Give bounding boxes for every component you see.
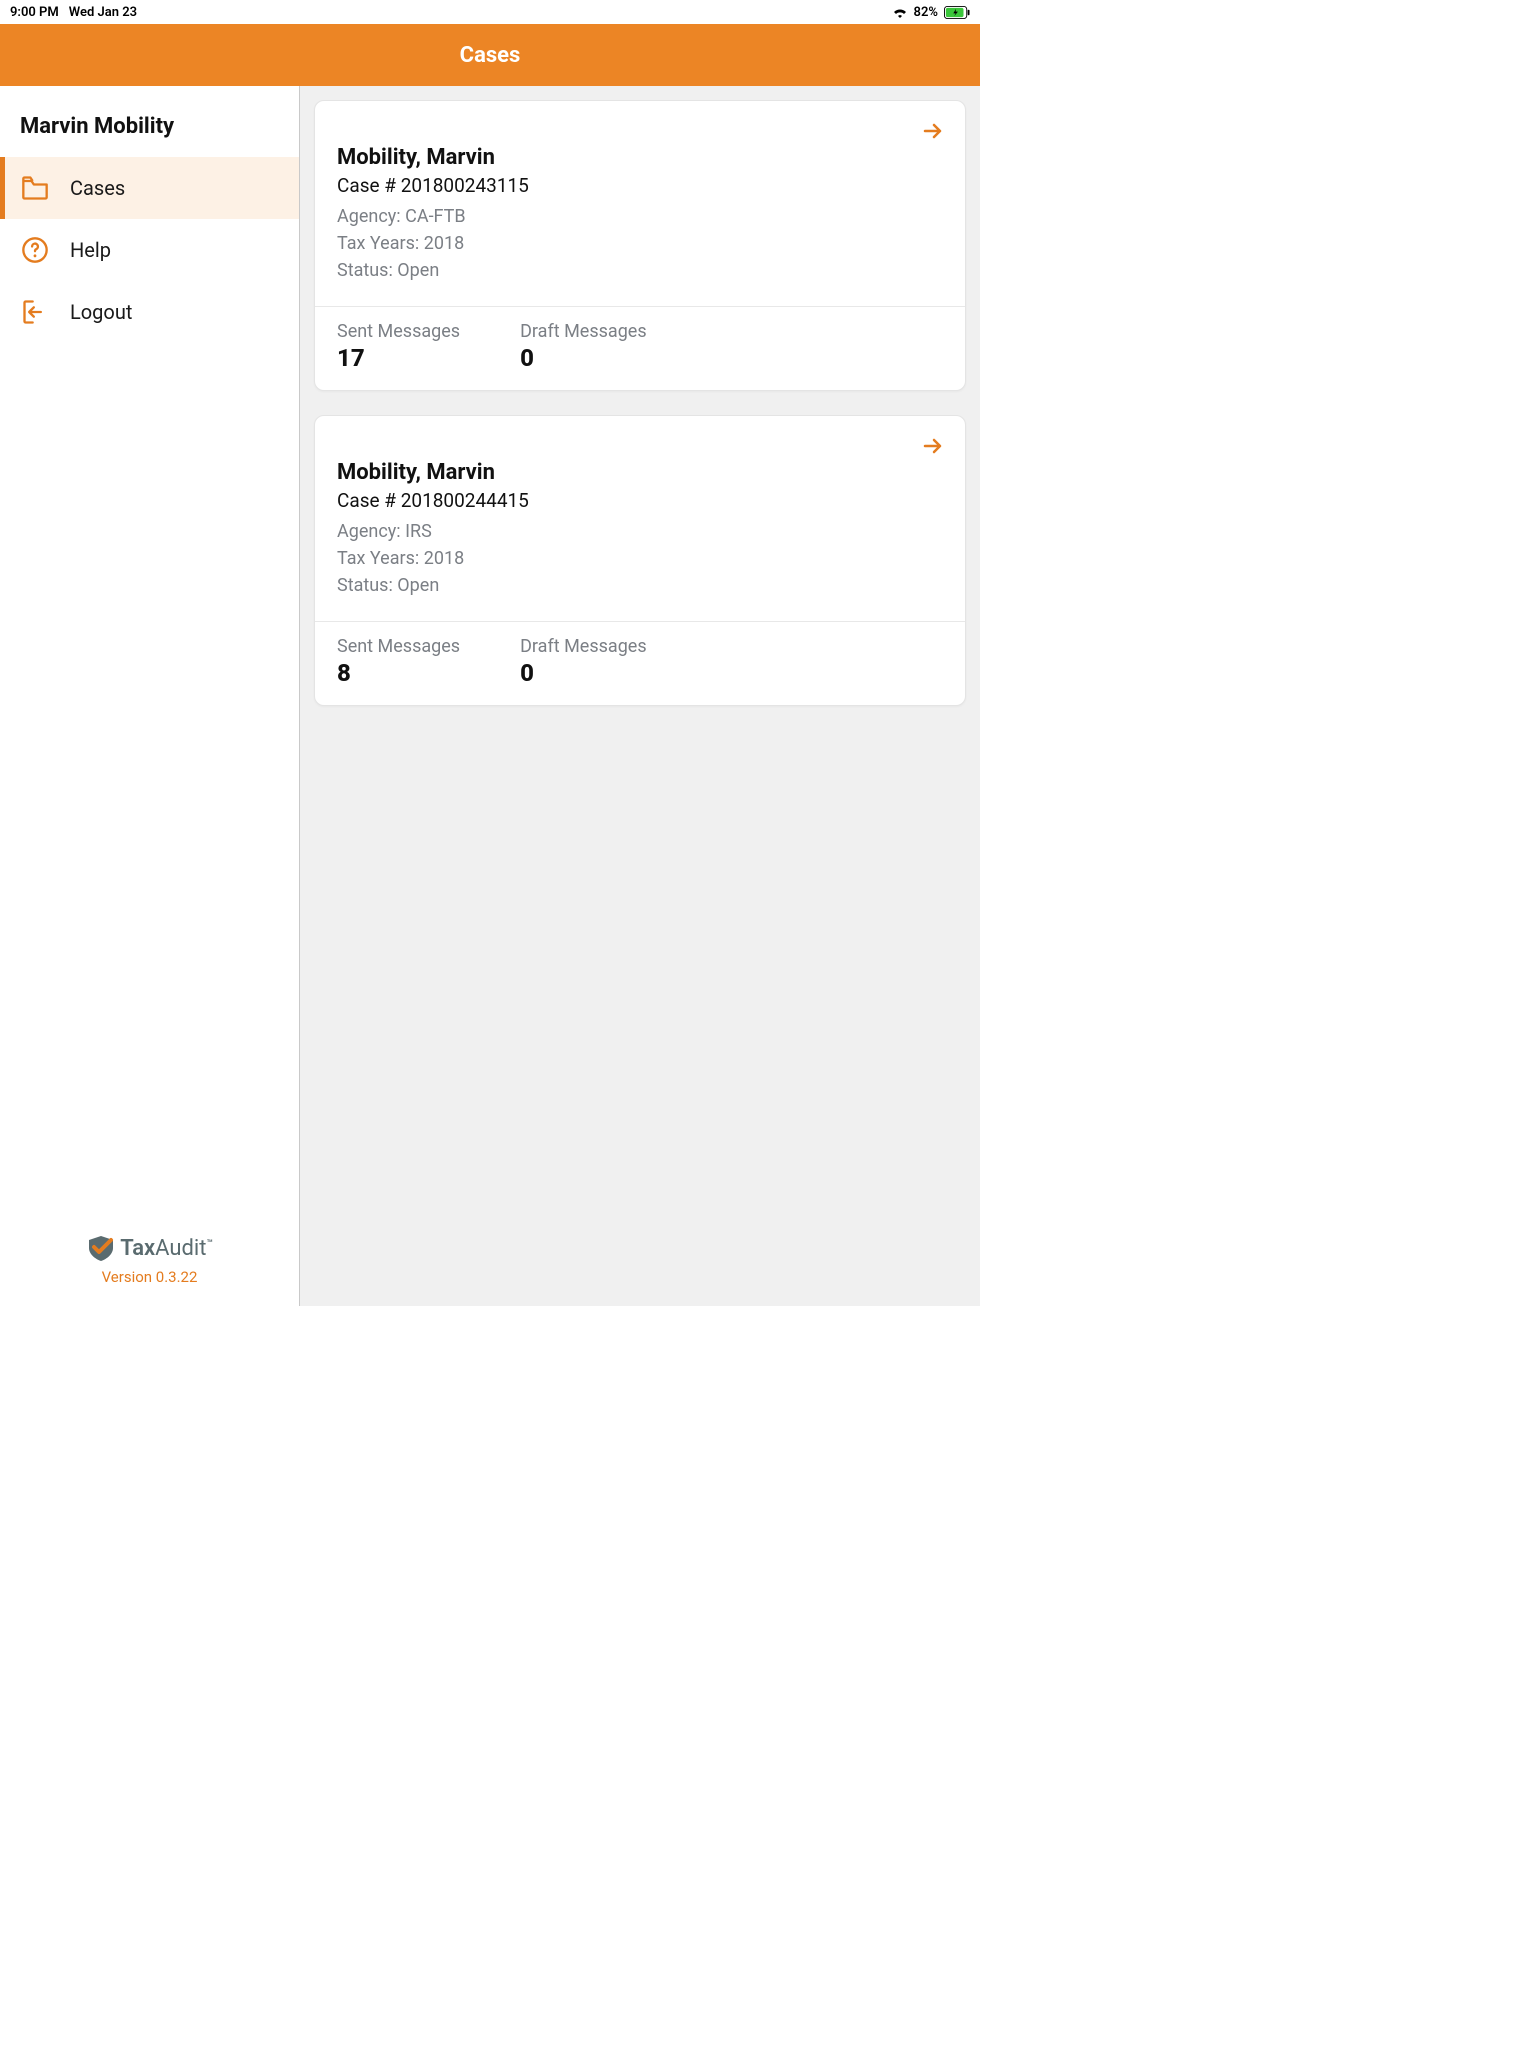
shield-check-icon — [86, 1234, 116, 1262]
app-header: Cases — [0, 24, 980, 86]
folder-icon — [20, 176, 50, 200]
wifi-icon — [892, 6, 908, 18]
stat-value: 8 — [337, 659, 460, 687]
sidebar-username: Marvin Mobility — [0, 86, 299, 157]
sidebar-footer: TaxAudit™ Version 0.3.22 — [0, 1214, 299, 1306]
sidebar-item-help[interactable]: Help — [0, 219, 299, 281]
sidebar-item-label: Help — [70, 238, 111, 262]
case-name: Mobility, Marvin — [337, 460, 943, 485]
status-battery-pct: 82% — [914, 5, 938, 20]
sidebar-item-label: Logout — [70, 300, 132, 324]
case-number: Case # 201800244415 — [337, 489, 943, 512]
status-bar: 9:00 PM Wed Jan 23 82% — [0, 0, 980, 24]
case-meta: Agency: IRS Tax Years: 2018 Status: Open — [337, 518, 943, 599]
status-time: 9:00 PM — [10, 5, 59, 20]
case-number: Case # 201800243115 — [337, 174, 943, 197]
app-version: Version 0.3.22 — [20, 1268, 279, 1286]
logout-icon — [20, 298, 50, 326]
main-content: Mobility, Marvin Case # 201800243115 Age… — [300, 86, 980, 1306]
draft-messages-stat: Draft Messages 0 — [520, 636, 647, 687]
arrow-right-icon — [921, 434, 945, 462]
battery-charging-icon — [944, 6, 970, 19]
case-meta: Agency: CA-FTB Tax Years: 2018 Status: O… — [337, 203, 943, 284]
sidebar: Marvin Mobility Cases Help Logout — [0, 86, 300, 1306]
sidebar-item-cases[interactable]: Cases — [0, 157, 299, 219]
stat-label: Sent Messages — [337, 321, 460, 342]
stat-value: 17 — [337, 344, 460, 372]
status-date: Wed Jan 23 — [69, 5, 137, 20]
case-card[interactable]: Mobility, Marvin Case # 201800244415 Age… — [314, 415, 966, 706]
case-name: Mobility, Marvin — [337, 145, 943, 170]
logo-text-2: Audit — [155, 1236, 206, 1261]
sent-messages-stat: Sent Messages 8 — [337, 636, 460, 687]
stat-label: Draft Messages — [520, 636, 647, 657]
app-logo: TaxAudit™ — [20, 1234, 279, 1262]
case-card[interactable]: Mobility, Marvin Case # 201800243115 Age… — [314, 100, 966, 391]
stat-value: 0 — [520, 659, 647, 687]
logo-text-1: Tax — [120, 1236, 155, 1261]
page-title: Cases — [460, 43, 521, 68]
arrow-right-icon — [921, 119, 945, 147]
draft-messages-stat: Draft Messages 0 — [520, 321, 647, 372]
sidebar-item-label: Cases — [70, 176, 125, 200]
stat-value: 0 — [520, 344, 647, 372]
sent-messages-stat: Sent Messages 17 — [337, 321, 460, 372]
stat-label: Sent Messages — [337, 636, 460, 657]
help-icon — [20, 236, 50, 264]
stat-label: Draft Messages — [520, 321, 647, 342]
sidebar-item-logout[interactable]: Logout — [0, 281, 299, 343]
